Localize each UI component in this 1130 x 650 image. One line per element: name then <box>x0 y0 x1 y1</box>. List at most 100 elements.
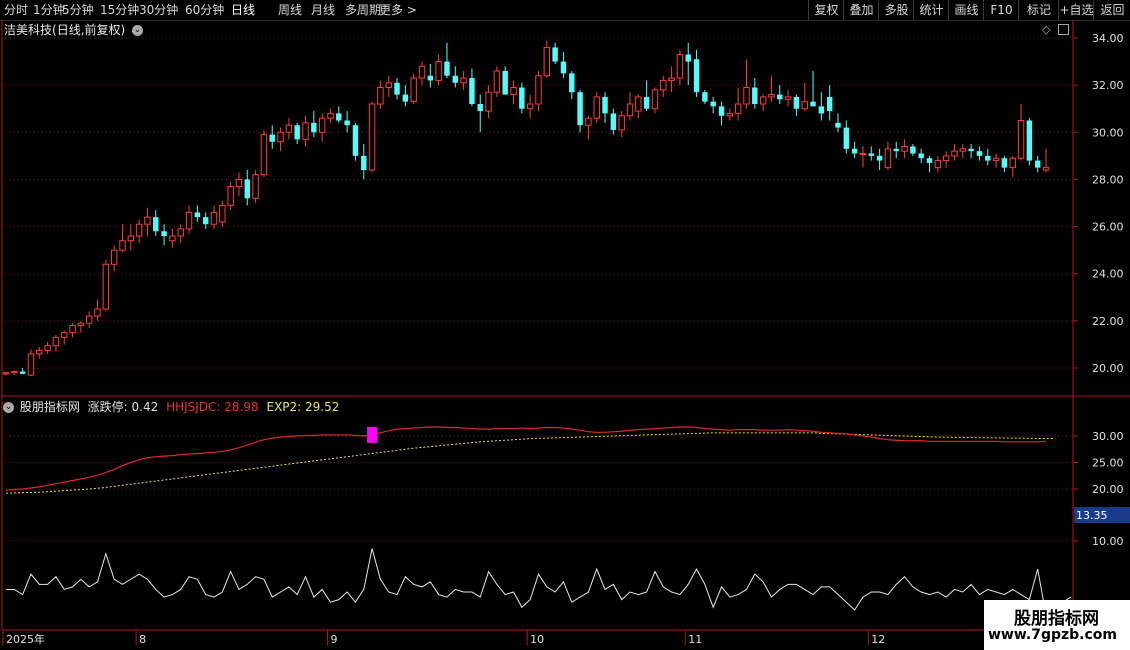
candle-up <box>435 61 442 81</box>
candle-up <box>743 87 750 105</box>
candle-down <box>693 59 700 93</box>
candle-down <box>394 82 400 95</box>
candle-up <box>110 249 118 265</box>
candle-down <box>19 371 26 374</box>
main-axis-label-0: 34.00 <box>1092 32 1124 45</box>
highlight-value: 13.35 <box>1076 509 1108 522</box>
candle-up <box>69 325 76 334</box>
candle-up <box>210 211 218 225</box>
stock-name: 洁美科技 <box>4 23 53 37</box>
indicator-value-limit: 涨跌停: 0.42 <box>87 400 159 414</box>
candle-up <box>61 332 68 338</box>
candle-down <box>976 151 983 156</box>
candle-up <box>992 157 1000 162</box>
candle-down <box>552 47 558 62</box>
candle-down <box>402 94 409 102</box>
main-axis-label-1: 32.00 <box>1092 79 1124 92</box>
stock-chart: 34.00 32.00 30.00 28.00 26.00 24.00 22.00 20.00… <box>1 20 1130 646</box>
ind1-axis-label-2: 20.00 <box>1092 483 1124 496</box>
candle-down <box>361 155 367 170</box>
candle-down <box>602 96 608 114</box>
candle-down <box>311 122 317 133</box>
limit-up-marker <box>367 426 378 443</box>
candle-up <box>768 94 775 98</box>
candle-up <box>626 103 634 117</box>
candle-down <box>868 153 874 156</box>
candle-down <box>294 125 300 140</box>
candle-down <box>718 106 725 116</box>
candle-up <box>660 79 667 91</box>
main-axis-label-6: 22.00 <box>1092 315 1124 328</box>
expand-chevron-icon[interactable]: ⌄ <box>132 25 144 36</box>
candle-down <box>1001 158 1008 168</box>
candle-up <box>102 263 110 310</box>
candle-down <box>793 96 800 109</box>
ind1-axis-label-0: 30.00 <box>1092 430 1124 443</box>
stock-mode: (日线,前复权) <box>52 23 126 37</box>
candle-up <box>676 54 684 79</box>
candle-down <box>344 120 350 126</box>
candle-up <box>959 148 967 152</box>
indicator-name[interactable]: 股朋指标网 <box>20 400 80 414</box>
date-label-4: 11 <box>688 633 702 646</box>
date-label-0: 2025年 <box>6 632 45 646</box>
candle-up <box>535 75 542 105</box>
candle-up <box>235 178 243 188</box>
candle-down <box>444 61 450 76</box>
candle-up <box>127 235 135 242</box>
candle-down <box>926 158 933 163</box>
candle-up <box>485 91 492 112</box>
date-label-5: 12 <box>871 633 885 646</box>
candle-down <box>777 94 783 100</box>
candle-down <box>577 92 583 126</box>
candle-down <box>835 122 841 128</box>
candle-down <box>560 61 567 74</box>
candle-down <box>202 217 209 225</box>
candle-down <box>161 231 167 236</box>
candle-up <box>285 124 293 133</box>
indicator-value-hhjsjdc: HHJSJDC: 28.98 <box>166 400 259 414</box>
main-axis-label-7: 20.00 <box>1092 362 1124 375</box>
date-label-3: 10 <box>530 633 544 646</box>
candle-down <box>502 71 508 95</box>
candle-up <box>52 336 60 347</box>
candle-up <box>36 349 43 355</box>
main-axis-label-3: 28.00 <box>1092 173 1124 186</box>
date-label-2: 9 <box>330 633 337 646</box>
candle-down <box>918 153 924 159</box>
panel-toggle-icon[interactable] <box>1058 24 1069 35</box>
candle-up <box>185 211 193 230</box>
candle-up <box>1009 157 1016 169</box>
candle-up <box>651 89 659 110</box>
candle-down <box>685 54 691 62</box>
ind1-axis-label-1: 25.00 <box>1092 457 1124 470</box>
candle-down <box>452 75 458 83</box>
indicator-menu-icon[interactable]: ⌄ <box>3 402 14 413</box>
candle-up <box>227 186 234 206</box>
candle-up <box>493 70 501 93</box>
candle-up <box>377 87 384 105</box>
candle-down <box>610 113 617 130</box>
date-label-1: 8 <box>139 633 146 646</box>
candle-up <box>252 174 259 199</box>
candle-up <box>77 322 85 327</box>
candle-up <box>318 117 326 133</box>
candle-down <box>968 148 974 152</box>
candle-up <box>1042 167 1050 171</box>
candle-up <box>726 112 734 117</box>
candle-down <box>1026 120 1033 161</box>
candle-down <box>1034 160 1041 168</box>
candle-down <box>702 92 708 102</box>
candle-up <box>859 153 867 155</box>
candle-down <box>469 78 475 104</box>
candle-up <box>418 65 426 79</box>
candle-up <box>44 345 51 351</box>
diamond-icon[interactable]: ◇ <box>1042 23 1050 36</box>
candle-down <box>810 101 816 107</box>
candle-down <box>194 212 201 218</box>
candle-down <box>818 106 825 114</box>
candle-up <box>11 371 18 374</box>
exp2-line <box>5 432 1055 494</box>
candle-up <box>2 372 10 375</box>
candle-up <box>543 46 551 77</box>
